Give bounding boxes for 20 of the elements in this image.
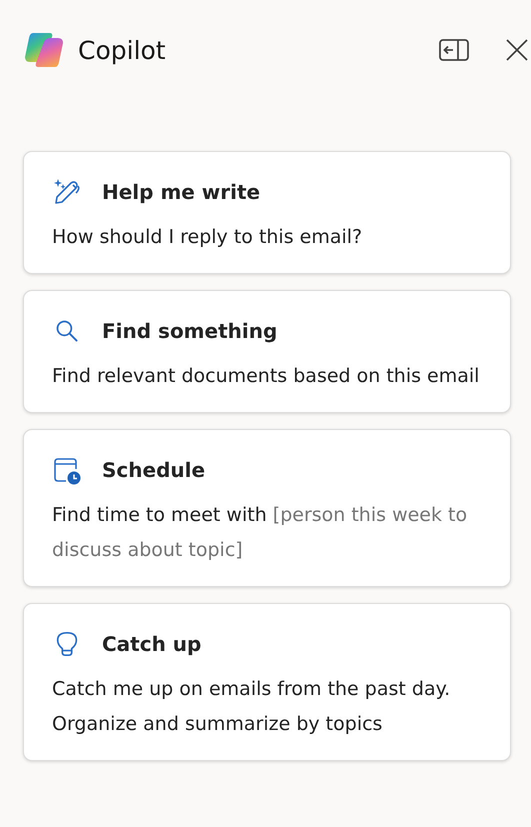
suggestion-card[interactable]: Find something Find relevant documents based on this email — [23, 290, 511, 413]
card-title: Schedule — [102, 458, 206, 482]
pen-sparkle-icon — [52, 177, 82, 207]
close-button[interactable] — [505, 38, 529, 62]
dock-pane-icon — [439, 39, 469, 61]
dock-pane-button[interactable] — [439, 39, 469, 61]
card-prompt: How should I reply to this email? — [52, 225, 364, 250]
app-title: Copilot — [78, 36, 167, 64]
close-icon — [505, 38, 529, 62]
suggestion-card[interactable]: Schedule Find time to meet with [person this week to discuss about topic] — [23, 429, 511, 587]
calendar-clock-icon — [52, 455, 82, 485]
card-prompt: Find relevant documents based on this email — [52, 364, 480, 389]
card-prompt: Catch me up on emails from the past day. Organize and summarize by topics — [52, 677, 452, 737]
card-prompt: Find time to meet with [person this week to discuss about topic] — [52, 503, 468, 563]
card-title: Catch up — [102, 632, 202, 656]
card-title: Help me write — [102, 180, 260, 204]
copilot-logo-icon — [24, 32, 64, 68]
card-title: Find something — [102, 319, 278, 343]
suggestion-card[interactable]: Catch up Catch me up on emails from the past day. Organize and summarize by topics — [23, 603, 511, 761]
suggestion-card[interactable]: Help me write How should I reply to this email? — [23, 151, 511, 274]
